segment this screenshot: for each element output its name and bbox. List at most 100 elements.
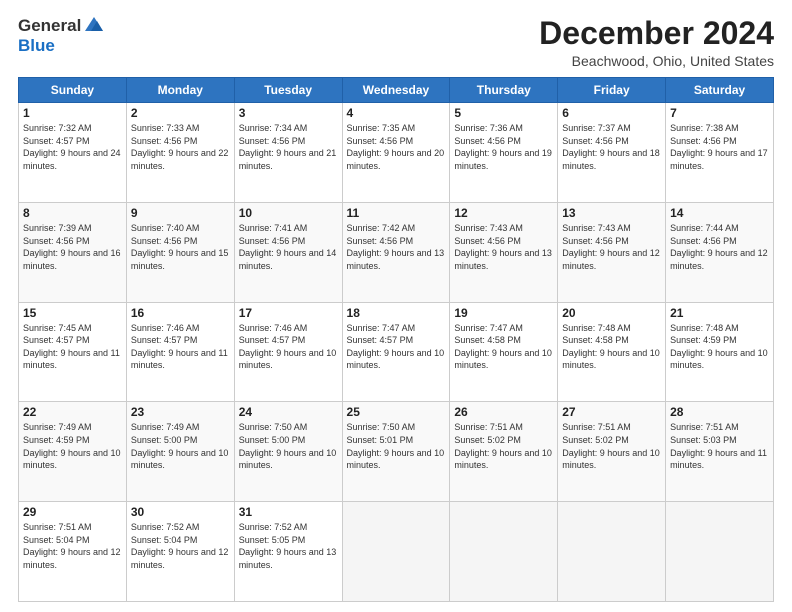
day-info: Sunrise: 7:48 AMSunset: 4:58 PMDaylight:… xyxy=(562,322,661,372)
day-info: Sunrise: 7:43 AMSunset: 4:56 PMDaylight:… xyxy=(562,222,661,272)
calendar-cell: 7 Sunrise: 7:38 AMSunset: 4:56 PMDaylight… xyxy=(666,103,774,203)
col-monday: Monday xyxy=(126,78,234,103)
day-number: 26 xyxy=(454,405,553,419)
calendar-cell: 4 Sunrise: 7:35 AMSunset: 4:56 PMDaylight… xyxy=(342,103,450,203)
day-info: Sunrise: 7:51 AMSunset: 5:03 PMDaylight:… xyxy=(670,421,769,471)
day-info: Sunrise: 7:52 AMSunset: 5:05 PMDaylight:… xyxy=(239,521,338,571)
logo-general-text: General xyxy=(18,16,81,36)
day-info: Sunrise: 7:46 AMSunset: 4:57 PMDaylight:… xyxy=(131,322,230,372)
calendar-week-row: 22 Sunrise: 7:49 AMSunset: 4:59 PMDayligh… xyxy=(19,402,774,502)
day-info: Sunrise: 7:41 AMSunset: 4:56 PMDaylight:… xyxy=(239,222,338,272)
day-number: 4 xyxy=(347,106,446,120)
day-info: Sunrise: 7:48 AMSunset: 4:59 PMDaylight:… xyxy=(670,322,769,372)
day-number: 15 xyxy=(23,306,122,320)
day-info: Sunrise: 7:49 AMSunset: 4:59 PMDaylight:… xyxy=(23,421,122,471)
calendar-week-row: 8 Sunrise: 7:39 AMSunset: 4:56 PMDaylight… xyxy=(19,202,774,302)
day-info: Sunrise: 7:36 AMSunset: 4:56 PMDaylight:… xyxy=(454,122,553,172)
day-info: Sunrise: 7:34 AMSunset: 4:56 PMDaylight:… xyxy=(239,122,338,172)
day-number: 14 xyxy=(670,206,769,220)
col-sunday: Sunday xyxy=(19,78,127,103)
calendar-cell: 14 Sunrise: 7:44 AMSunset: 4:56 PMDayligh… xyxy=(666,202,774,302)
day-number: 1 xyxy=(23,106,122,120)
calendar-cell: 5Sunrise: 7:36 AMSunset: 4:56 PMDaylight… xyxy=(450,103,558,203)
day-number: 19 xyxy=(454,306,553,320)
day-number: 7 xyxy=(670,106,769,120)
calendar-cell xyxy=(558,502,666,602)
day-number: 31 xyxy=(239,505,338,519)
day-number: 8 xyxy=(23,206,122,220)
title-block: December 2024 Beachwood, Ohio, United St… xyxy=(539,16,774,69)
page-header: General Blue December 2024 Beachwood, Oh… xyxy=(18,16,774,69)
col-thursday: Thursday xyxy=(450,78,558,103)
calendar-cell: 6Sunrise: 7:37 AMSunset: 4:56 PMDaylight… xyxy=(558,103,666,203)
day-info: Sunrise: 7:49 AMSunset: 5:00 PMDaylight:… xyxy=(131,421,230,471)
day-info: Sunrise: 7:44 AMSunset: 4:56 PMDaylight:… xyxy=(670,222,769,272)
day-number: 29 xyxy=(23,505,122,519)
day-info: Sunrise: 7:32 AMSunset: 4:57 PMDaylight:… xyxy=(23,122,122,172)
calendar-cell: 21 Sunrise: 7:48 AMSunset: 4:59 PMDayligh… xyxy=(666,302,774,402)
day-info: Sunrise: 7:40 AMSunset: 4:56 PMDaylight:… xyxy=(131,222,230,272)
calendar-cell: 27Sunrise: 7:51 AMSunset: 5:02 PMDayligh… xyxy=(558,402,666,502)
logo-icon xyxy=(83,15,105,33)
day-number: 9 xyxy=(131,206,230,220)
day-info: Sunrise: 7:38 AMSunset: 4:56 PMDaylight:… xyxy=(670,122,769,172)
month-title: December 2024 xyxy=(539,16,774,51)
calendar-week-row: 29 Sunrise: 7:51 AMSunset: 5:04 PMDayligh… xyxy=(19,502,774,602)
calendar-cell: 15 Sunrise: 7:45 AMSunset: 4:57 PMDayligh… xyxy=(19,302,127,402)
day-number: 24 xyxy=(239,405,338,419)
day-number: 22 xyxy=(23,405,122,419)
day-info: Sunrise: 7:47 AMSunset: 4:57 PMDaylight:… xyxy=(347,322,446,372)
day-number: 2 xyxy=(131,106,230,120)
day-info: Sunrise: 7:45 AMSunset: 4:57 PMDaylight:… xyxy=(23,322,122,372)
calendar-cell: 22 Sunrise: 7:49 AMSunset: 4:59 PMDayligh… xyxy=(19,402,127,502)
calendar-cell: 28Sunrise: 7:51 AMSunset: 5:03 PMDayligh… xyxy=(666,402,774,502)
day-info: Sunrise: 7:51 AMSunset: 5:02 PMDaylight:… xyxy=(454,421,553,471)
day-info: Sunrise: 7:47 AMSunset: 4:58 PMDaylight:… xyxy=(454,322,553,372)
day-number: 3 xyxy=(239,106,338,120)
day-info: Sunrise: 7:50 AMSunset: 5:01 PMDaylight:… xyxy=(347,421,446,471)
calendar-cell: 31 Sunrise: 7:52 AMSunset: 5:05 PMDayligh… xyxy=(234,502,342,602)
day-number: 13 xyxy=(562,206,661,220)
calendar-cell: 9 Sunrise: 7:40 AMSunset: 4:56 PMDaylight… xyxy=(126,202,234,302)
col-friday: Friday xyxy=(558,78,666,103)
day-number: 17 xyxy=(239,306,338,320)
calendar-cell: 13 Sunrise: 7:43 AMSunset: 4:56 PMDayligh… xyxy=(558,202,666,302)
col-tuesday: Tuesday xyxy=(234,78,342,103)
day-info: Sunrise: 7:42 AMSunset: 4:56 PMDaylight:… xyxy=(347,222,446,272)
calendar-cell: 10Sunrise: 7:41 AMSunset: 4:56 PMDayligh… xyxy=(234,202,342,302)
logo: General Blue xyxy=(18,16,105,56)
calendar-cell: 19 Sunrise: 7:47 AMSunset: 4:58 PMDayligh… xyxy=(450,302,558,402)
calendar-cell: 8 Sunrise: 7:39 AMSunset: 4:56 PMDaylight… xyxy=(19,202,127,302)
day-info: Sunrise: 7:33 AMSunset: 4:56 PMDaylight:… xyxy=(131,122,230,172)
day-info: Sunrise: 7:46 AMSunset: 4:57 PMDaylight:… xyxy=(239,322,338,372)
day-number: 18 xyxy=(347,306,446,320)
day-number: 11 xyxy=(347,206,446,220)
day-info: Sunrise: 7:39 AMSunset: 4:56 PMDaylight:… xyxy=(23,222,122,272)
calendar-cell: 23Sunrise: 7:49 AMSunset: 5:00 PMDayligh… xyxy=(126,402,234,502)
day-info: Sunrise: 7:43 AMSunset: 4:56 PMDaylight:… xyxy=(454,222,553,272)
day-info: Sunrise: 7:51 AMSunset: 5:04 PMDaylight:… xyxy=(23,521,122,571)
location-subtitle: Beachwood, Ohio, United States xyxy=(539,53,774,69)
logo-blue-text: Blue xyxy=(18,36,55,56)
calendar-cell: 1 Sunrise: 7:32 AMSunset: 4:57 PMDaylight… xyxy=(19,103,127,203)
calendar-cell: 25 Sunrise: 7:50 AMSunset: 5:01 PMDayligh… xyxy=(342,402,450,502)
day-number: 20 xyxy=(562,306,661,320)
calendar-week-row: 1 Sunrise: 7:32 AMSunset: 4:57 PMDaylight… xyxy=(19,103,774,203)
day-info: Sunrise: 7:35 AMSunset: 4:56 PMDaylight:… xyxy=(347,122,446,172)
day-number: 21 xyxy=(670,306,769,320)
calendar-cell xyxy=(450,502,558,602)
day-number: 30 xyxy=(131,505,230,519)
calendar-cell: 3 Sunrise: 7:34 AMSunset: 4:56 PMDaylight… xyxy=(234,103,342,203)
page-container: General Blue December 2024 Beachwood, Oh… xyxy=(0,0,792,612)
calendar-cell: 26 Sunrise: 7:51 AMSunset: 5:02 PMDayligh… xyxy=(450,402,558,502)
calendar-week-row: 15 Sunrise: 7:45 AMSunset: 4:57 PMDayligh… xyxy=(19,302,774,402)
day-info: Sunrise: 7:37 AMSunset: 4:56 PMDaylight:… xyxy=(562,122,661,172)
calendar-table: Sunday Monday Tuesday Wednesday Thursday… xyxy=(18,77,774,602)
day-number: 25 xyxy=(347,405,446,419)
calendar-cell: 29 Sunrise: 7:51 AMSunset: 5:04 PMDayligh… xyxy=(19,502,127,602)
day-number: 27 xyxy=(562,405,661,419)
calendar-header-row: Sunday Monday Tuesday Wednesday Thursday… xyxy=(19,78,774,103)
calendar-cell: 12Sunrise: 7:43 AMSunset: 4:56 PMDayligh… xyxy=(450,202,558,302)
col-saturday: Saturday xyxy=(666,78,774,103)
calendar-cell: 18 Sunrise: 7:47 AMSunset: 4:57 PMDayligh… xyxy=(342,302,450,402)
